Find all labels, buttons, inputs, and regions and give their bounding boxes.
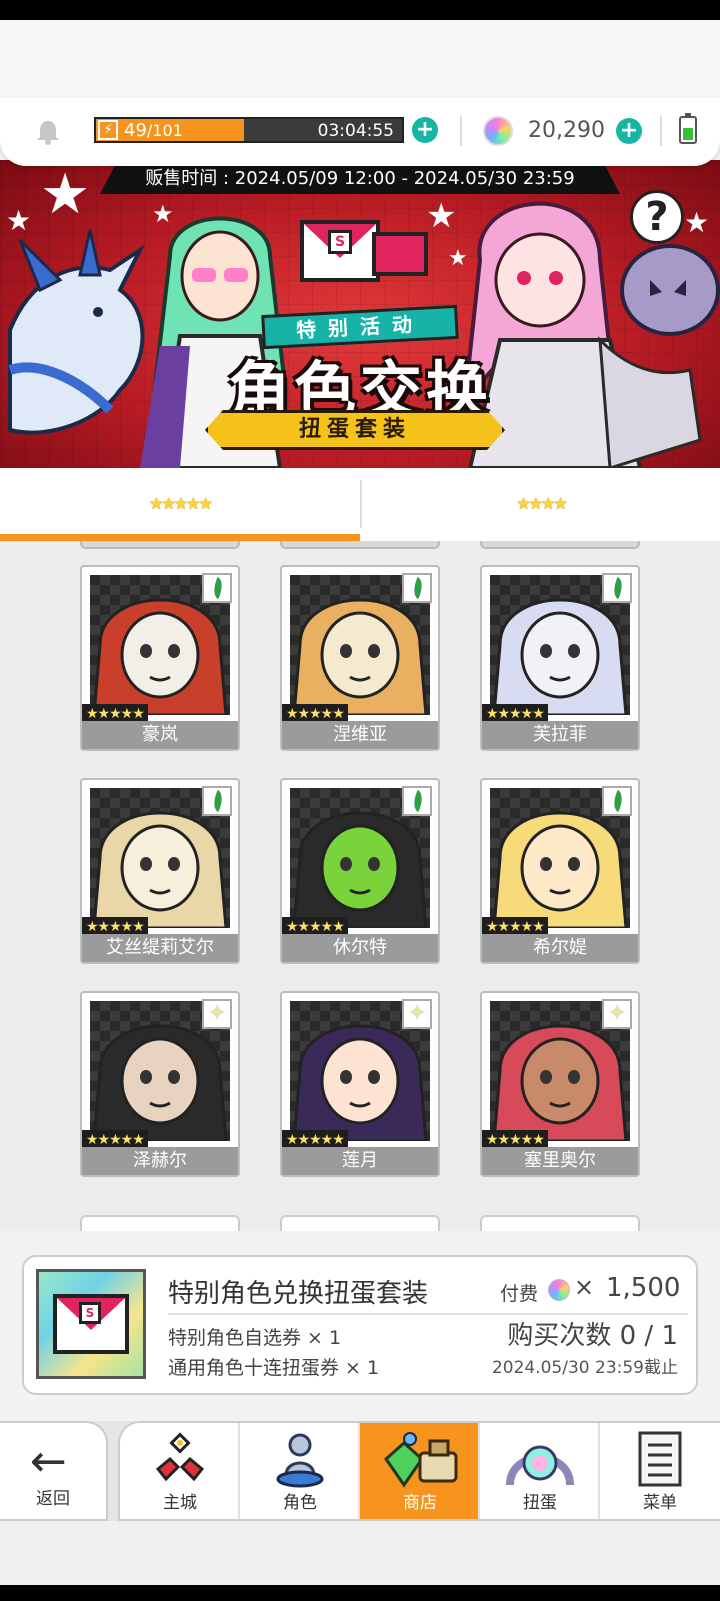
star-icon: ★ [40,162,91,227]
game-screen: ⚡ 49/101 03:04:55 + 20,290 + 贩售时间 : 2024… [0,0,720,1601]
character-name: 泽赫尔 [82,1147,238,1175]
package-area: S 特别角色兑换扭蛋套装 特别角色自选券 × 1 通用角色十连扭蛋券 × 1 付… [0,1231,720,1421]
leaf-element-icon [202,573,232,603]
character-name: 莲月 [282,1147,438,1175]
add-energy-button[interactable]: + [412,117,438,143]
card-peek [480,1215,640,1231]
nav-label: 菜单 [643,1493,677,1513]
leaf-element-icon [602,573,632,603]
back-button[interactable]: ← 返回 [0,1421,108,1521]
card-peek [480,541,640,549]
character-name: 休尔特 [282,934,438,962]
price-label: 付费 [500,1283,539,1305]
energy-text: 49/101 [124,120,183,142]
card-peek [80,541,240,549]
leaf-element-icon [402,786,432,816]
leaf-element-icon [402,573,432,603]
energy-current: 49 [124,120,147,141]
light-element-icon [402,999,432,1029]
character-name: 涅维亚 [282,721,438,749]
nav-item-shop[interactable]: 商店 [360,1423,480,1519]
gem-icon [483,116,513,146]
gem-count: 20,290 [528,118,605,143]
bottom-black-bar [0,1585,720,1601]
leaf-element-icon [202,786,232,816]
add-gem-button[interactable]: + [616,118,642,144]
battery-icon [679,113,697,144]
character-card[interactable]: ★★★★★塞里奥尔 [480,991,640,1177]
light-element-icon [202,999,232,1029]
light-element-icon [602,999,632,1029]
resource-bar: ⚡ 49/101 03:04:55 + 20,290 + [0,98,720,166]
character-card[interactable]: ★★★★★ 涅维亚 [280,565,440,751]
character-grid[interactable]: ★★★★★ 豪岚 ★★★★★ 涅维亚 ★★★★★ 芙拉菲 ★★★★★ 艾丝缇莉艾尔 ★★… [0,541,720,1231]
price-multiplier: × [574,1273,595,1301]
character-name: 塞里奥尔 [482,1147,638,1175]
character-icon [276,1433,324,1488]
bottom-nav: ← 返回 主城 角色 商店 扭蛋 菜单 [0,1421,720,1521]
lightning-icon: ⚡ [98,120,118,140]
event-banner: 贩售时间 : 2024.05/09 12:00 - 2024.05/30 23:… [0,160,720,468]
character-card[interactable]: ★★★★★ 希尔媞 [480,778,640,964]
nav-label: 商店 [403,1493,437,1513]
package-item: 特别角色自选券 × 1 [168,1327,342,1349]
purchase-count: 购买次数 0 / 1 [507,1321,678,1351]
nav-item-castle[interactable]: 主城 [120,1423,240,1519]
back-label: 返回 [36,1489,70,1509]
top-black-bar [0,0,720,20]
tab-five-star[interactable]: ★★★★★ [0,468,360,541]
nav-item-menu[interactable]: 菜单 [600,1423,720,1519]
card-peek [280,1215,440,1231]
status-area [0,20,720,100]
character-name: 希尔媞 [482,934,638,962]
nav-label: 角色 [283,1493,317,1513]
gem-icon [548,1279,570,1301]
gacha-icon [506,1445,574,1486]
rarity-tabs: ★★★★★ ★★★★ [0,468,720,541]
nav-item-gacha[interactable]: 扭蛋 [480,1423,600,1519]
divider [660,116,662,146]
character-card[interactable]: ★★★★★ 艾丝缇莉艾尔 [80,778,240,964]
help-button[interactable]: ? [630,190,684,244]
card-peek [280,541,440,549]
banner-subtitle: 扭蛋套装 [205,410,505,450]
package-item: 通用角色十连扭蛋券 × 1 [168,1357,380,1379]
tab-label: ★★★★ [516,494,567,513]
divider [460,116,462,146]
package-envelope-icon: S [36,1269,146,1379]
menu-icon [638,1431,682,1487]
character-card[interactable]: ★★★★★莲月 [280,991,440,1177]
character-card[interactable]: ★★★★★泽赫尔 [80,991,240,1177]
nav-label: 主城 [163,1493,197,1513]
price-value: 1,500 [606,1273,681,1303]
character-card[interactable]: ★★★★★ 豪岚 [80,565,240,751]
tab-four-star[interactable]: ★★★★ [362,468,720,541]
deadline: 2024.05/30 23:59截止 [491,1358,678,1378]
back-arrow-icon: ← [30,1436,67,1487]
package-title: 特别角色兑换扭蛋套装 [168,1279,429,1309]
package-card[interactable]: S 特别角色兑换扭蛋套装 特别角色自选券 × 1 通用角色十连扭蛋券 × 1 付… [22,1255,698,1395]
energy-timer: 03:04:55 [317,121,394,141]
nav-tabs: 主城 角色 商店 扭蛋 菜单 [118,1421,720,1521]
energy-max: /101 [146,121,183,140]
tab-label: ★★★★★ [149,494,213,513]
shop-icon [384,1432,458,1488]
character-name: 艾丝缇莉艾尔 [82,934,238,962]
character-name: 芙拉菲 [482,721,638,749]
character-name: 豪岚 [82,721,238,749]
character-card[interactable]: ★★★★★ 休尔特 [280,778,440,964]
energy-gauge: ⚡ 49/101 03:04:55 [94,117,404,143]
active-tab-indicator [0,534,360,541]
leaf-element-icon [602,786,632,816]
nav-item-character[interactable]: 角色 [240,1423,360,1519]
bell-icon[interactable] [34,118,62,146]
nav-label: 扭蛋 [523,1493,557,1513]
card-peek [80,1215,240,1231]
character-card[interactable]: ★★★★★ 芙拉菲 [480,565,640,751]
castle-icon [155,1432,205,1482]
ticket-envelope-icon: S [300,220,380,282]
gacha-ticket-icon [372,232,428,276]
